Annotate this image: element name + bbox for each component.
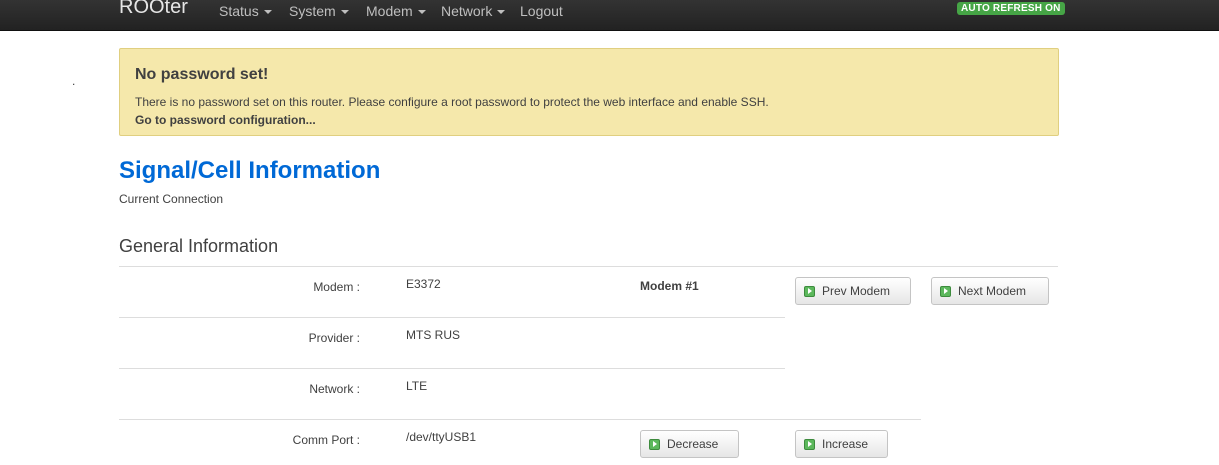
alert-text: There is no password set on this router.… — [135, 95, 769, 109]
play-icon — [649, 438, 660, 450]
page-title: Signal/Cell Information — [119, 157, 381, 184]
menu-network[interactable]: Network — [441, 3, 506, 19]
chevron-down-icon — [263, 10, 272, 15]
menu-network-label: Network — [441, 3, 493, 19]
decrease-label: Decrease — [667, 437, 719, 451]
chevron-down-icon — [417, 10, 426, 15]
modem-value: E3372 — [406, 277, 441, 291]
chevron-down-icon — [340, 10, 349, 15]
next-modem-label: Next Modem — [958, 284, 1027, 298]
menu-logout-label: Logout — [520, 3, 563, 19]
brand-logo[interactable]: ROOter — [119, 0, 188, 19]
password-alert: No password set! There is no password se… — [119, 48, 1059, 136]
provider-label: Provider : — [308, 331, 360, 345]
increase-label: Increase — [822, 437, 869, 451]
modem-number: Modem #1 — [640, 279, 699, 293]
menu-logout[interactable]: Logout — [520, 3, 563, 19]
menu-modem-label: Modem — [366, 3, 413, 19]
auto-refresh-badge[interactable]: AUTO REFRESH ON — [957, 2, 1065, 15]
password-config-link[interactable]: Go to password configuration... — [135, 113, 316, 127]
divider — [119, 368, 785, 369]
network-value: LTE — [406, 379, 428, 393]
next-modem-button[interactable]: Next Modem — [931, 277, 1049, 305]
divider — [119, 317, 785, 318]
menu-system-label: System — [289, 3, 336, 19]
section-title: General Information — [119, 236, 279, 256]
chevron-down-icon — [497, 10, 506, 15]
increase-button[interactable]: Increase — [795, 430, 888, 458]
prev-modem-label: Prev Modem — [822, 284, 891, 298]
top-navbar: ROOter Status System Modem Network Logou… — [0, 0, 1219, 31]
divider — [119, 419, 921, 420]
network-label: Network : — [309, 382, 360, 396]
play-icon — [804, 438, 815, 450]
play-icon — [804, 285, 815, 297]
stray-dot: . — [72, 74, 76, 88]
menu-modem[interactable]: Modem — [366, 3, 426, 19]
modem-label: Modem : — [313, 280, 360, 294]
decrease-button[interactable]: Decrease — [640, 430, 739, 458]
prev-modem-button[interactable]: Prev Modem — [795, 277, 911, 305]
menu-status-label: Status — [219, 3, 259, 19]
menu-system[interactable]: System — [289, 3, 349, 19]
alert-title: No password set! — [135, 66, 269, 83]
comm-port-value: /dev/ttyUSB1 — [406, 430, 477, 444]
comm-port-label: Comm Port : — [292, 433, 360, 447]
divider — [119, 266, 1058, 267]
provider-value: MTS RUS — [406, 328, 460, 342]
page-subtitle: Current Connection — [119, 192, 224, 206]
play-icon — [940, 285, 951, 297]
menu-status[interactable]: Status — [219, 3, 272, 19]
